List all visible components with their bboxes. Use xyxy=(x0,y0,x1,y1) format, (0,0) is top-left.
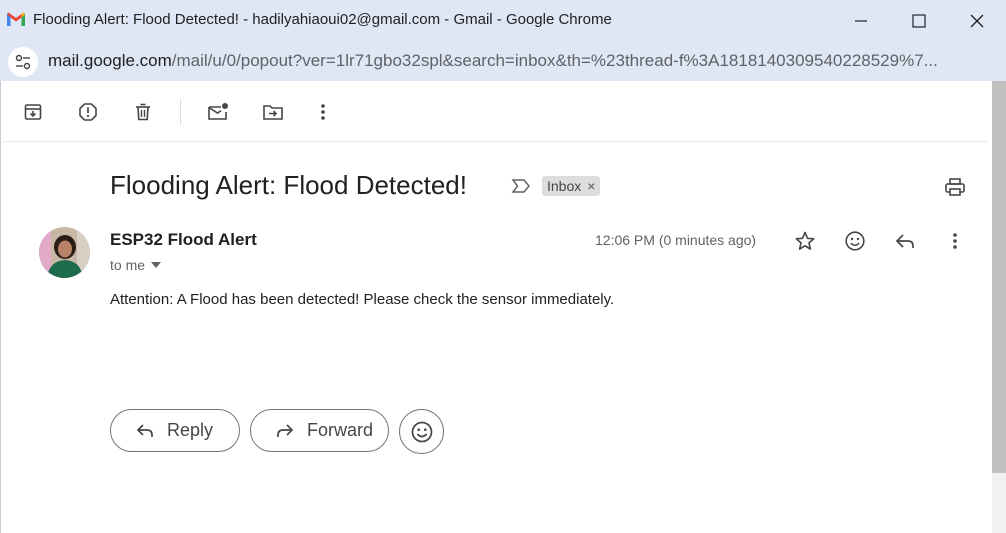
forward-arrow-icon xyxy=(275,422,295,440)
move-to-icon xyxy=(263,105,283,120)
archive-icon xyxy=(24,104,42,120)
report-spam-icon xyxy=(79,103,97,121)
reply-icon-button[interactable] xyxy=(892,228,918,254)
more-icon xyxy=(321,104,325,120)
smiley-icon xyxy=(411,421,432,442)
emoji-reaction-button[interactable] xyxy=(399,409,444,454)
remove-label-icon[interactable]: × xyxy=(587,178,595,194)
email-subject: Flooding Alert: Flood Detected! xyxy=(110,170,467,200)
print-icon xyxy=(945,178,965,196)
message-toolbar xyxy=(0,81,988,142)
report-spam-button[interactable] xyxy=(74,98,102,126)
more-options-button[interactable] xyxy=(309,98,337,126)
star-button[interactable] xyxy=(792,228,818,254)
url-path: /mail/u/0/popout?ver=1lr71gbo32spl&searc… xyxy=(171,51,938,70)
title-bar: Flooding Alert: Flood Detected! - hadily… xyxy=(0,0,1006,41)
forward-button[interactable]: Forward xyxy=(250,409,389,452)
forward-label: Forward xyxy=(307,420,374,440)
reply-label: Reply xyxy=(167,420,214,440)
close-button[interactable] xyxy=(948,0,1006,41)
importance-marker-icon[interactable] xyxy=(510,176,532,196)
recipient-details[interactable]: to me xyxy=(110,257,162,273)
inbox-label-chip[interactable]: Inbox × xyxy=(542,176,601,196)
email-timestamp: 12:06 PM (0 minutes ago) xyxy=(595,232,757,248)
sender-name[interactable]: ESP32 Flood Alert xyxy=(110,230,257,250)
url-text[interactable]: mail.google.com/mail/u/0/popout?ver=1lr7… xyxy=(48,51,988,71)
mark-unread-icon xyxy=(208,103,228,120)
message-more-button[interactable] xyxy=(942,228,968,254)
maximize-button[interactable] xyxy=(890,0,948,41)
recipient-text: to me xyxy=(110,257,146,273)
emoji-icon xyxy=(845,231,865,251)
star-icon xyxy=(795,231,815,250)
toolbar-divider xyxy=(180,99,181,125)
email-body: Attention: A Flood has been detected! Pl… xyxy=(110,291,615,308)
gmail-popout-window: Flooding Alert: Flood Detected! - hadily… xyxy=(0,0,1006,533)
more-vert-icon xyxy=(953,233,957,249)
scrollbar-thumb[interactable] xyxy=(992,81,1006,473)
delete-button[interactable] xyxy=(129,98,157,126)
minimize-icon xyxy=(855,19,867,22)
reply-button[interactable]: Reply xyxy=(110,409,240,452)
close-icon xyxy=(970,14,984,27)
url-host: mail.google.com xyxy=(48,51,172,70)
reply-arrow-icon xyxy=(135,422,155,440)
tune-icon xyxy=(15,54,31,70)
site-info-button[interactable] xyxy=(8,47,38,77)
sender-avatar[interactable] xyxy=(39,227,90,278)
reply-icon xyxy=(895,234,914,248)
scrollbar[interactable] xyxy=(992,81,1006,533)
add-reaction-button[interactable] xyxy=(842,228,868,254)
delete-icon xyxy=(136,103,150,121)
address-bar: mail.google.com/mail/u/0/popout?ver=1lr7… xyxy=(0,41,1006,81)
inbox-label: Inbox xyxy=(547,178,582,194)
chevron-down-icon xyxy=(151,262,162,268)
window-title: Flooding Alert: Flood Detected! - hadily… xyxy=(33,11,612,28)
maximize-icon xyxy=(912,13,926,28)
gmail-icon xyxy=(6,11,26,27)
minimize-button[interactable] xyxy=(832,0,890,41)
archive-button[interactable] xyxy=(19,98,47,126)
window-border xyxy=(0,81,1,533)
move-to-button[interactable] xyxy=(259,98,287,126)
mark-unread-button[interactable] xyxy=(204,98,232,126)
print-button[interactable] xyxy=(942,174,968,200)
